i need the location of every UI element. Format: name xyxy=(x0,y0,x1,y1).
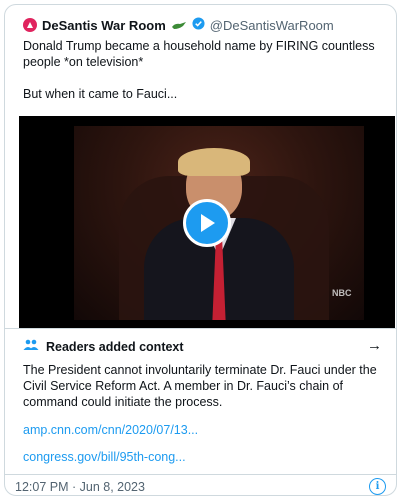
context-link[interactable]: amp.cnn.com/cnn/2020/07/13... xyxy=(23,423,198,437)
nbc-watermark: NBC xyxy=(332,288,352,298)
play-icon xyxy=(201,214,215,232)
play-button[interactable] xyxy=(183,199,231,247)
account-logo-icon[interactable] xyxy=(23,18,37,32)
arrow-right-icon[interactable]: → xyxy=(367,337,382,354)
tweet-text-line: But when it came to Fauci... xyxy=(23,87,178,101)
tweet-text-line: Donald Trump became a household name by … xyxy=(23,39,375,69)
people-icon xyxy=(23,339,39,354)
context-title: Readers added context xyxy=(46,339,184,354)
video-player[interactable]: NBC xyxy=(19,116,395,328)
author-name[interactable]: DeSantis War Room xyxy=(42,18,166,33)
community-notes: Readers added context → The President ca… xyxy=(5,328,396,475)
author-handle[interactable]: @DeSantisWarRoom xyxy=(210,18,334,33)
tweet-card: DeSantis War Room @DeSantisWarRoom Donal… xyxy=(4,4,397,496)
context-body: The President cannot involuntarily termi… xyxy=(23,363,377,409)
tweet-footer: 12:07 PM · Jun 8, 2023 i xyxy=(5,474,396,495)
context-link[interactable]: congress.gov/bill/95th-cong... xyxy=(23,450,186,464)
tweet-text: Donald Trump became a household name by … xyxy=(23,38,385,102)
info-icon[interactable]: i xyxy=(369,478,386,495)
tweet-header: DeSantis War Room @DeSantisWarRoom xyxy=(23,17,334,33)
context-header[interactable]: Readers added context xyxy=(23,339,184,354)
alligator-emoji-icon xyxy=(171,18,187,33)
timestamp[interactable]: 12:07 PM · Jun 8, 2023 xyxy=(15,480,145,494)
verified-badge-icon xyxy=(192,17,205,33)
